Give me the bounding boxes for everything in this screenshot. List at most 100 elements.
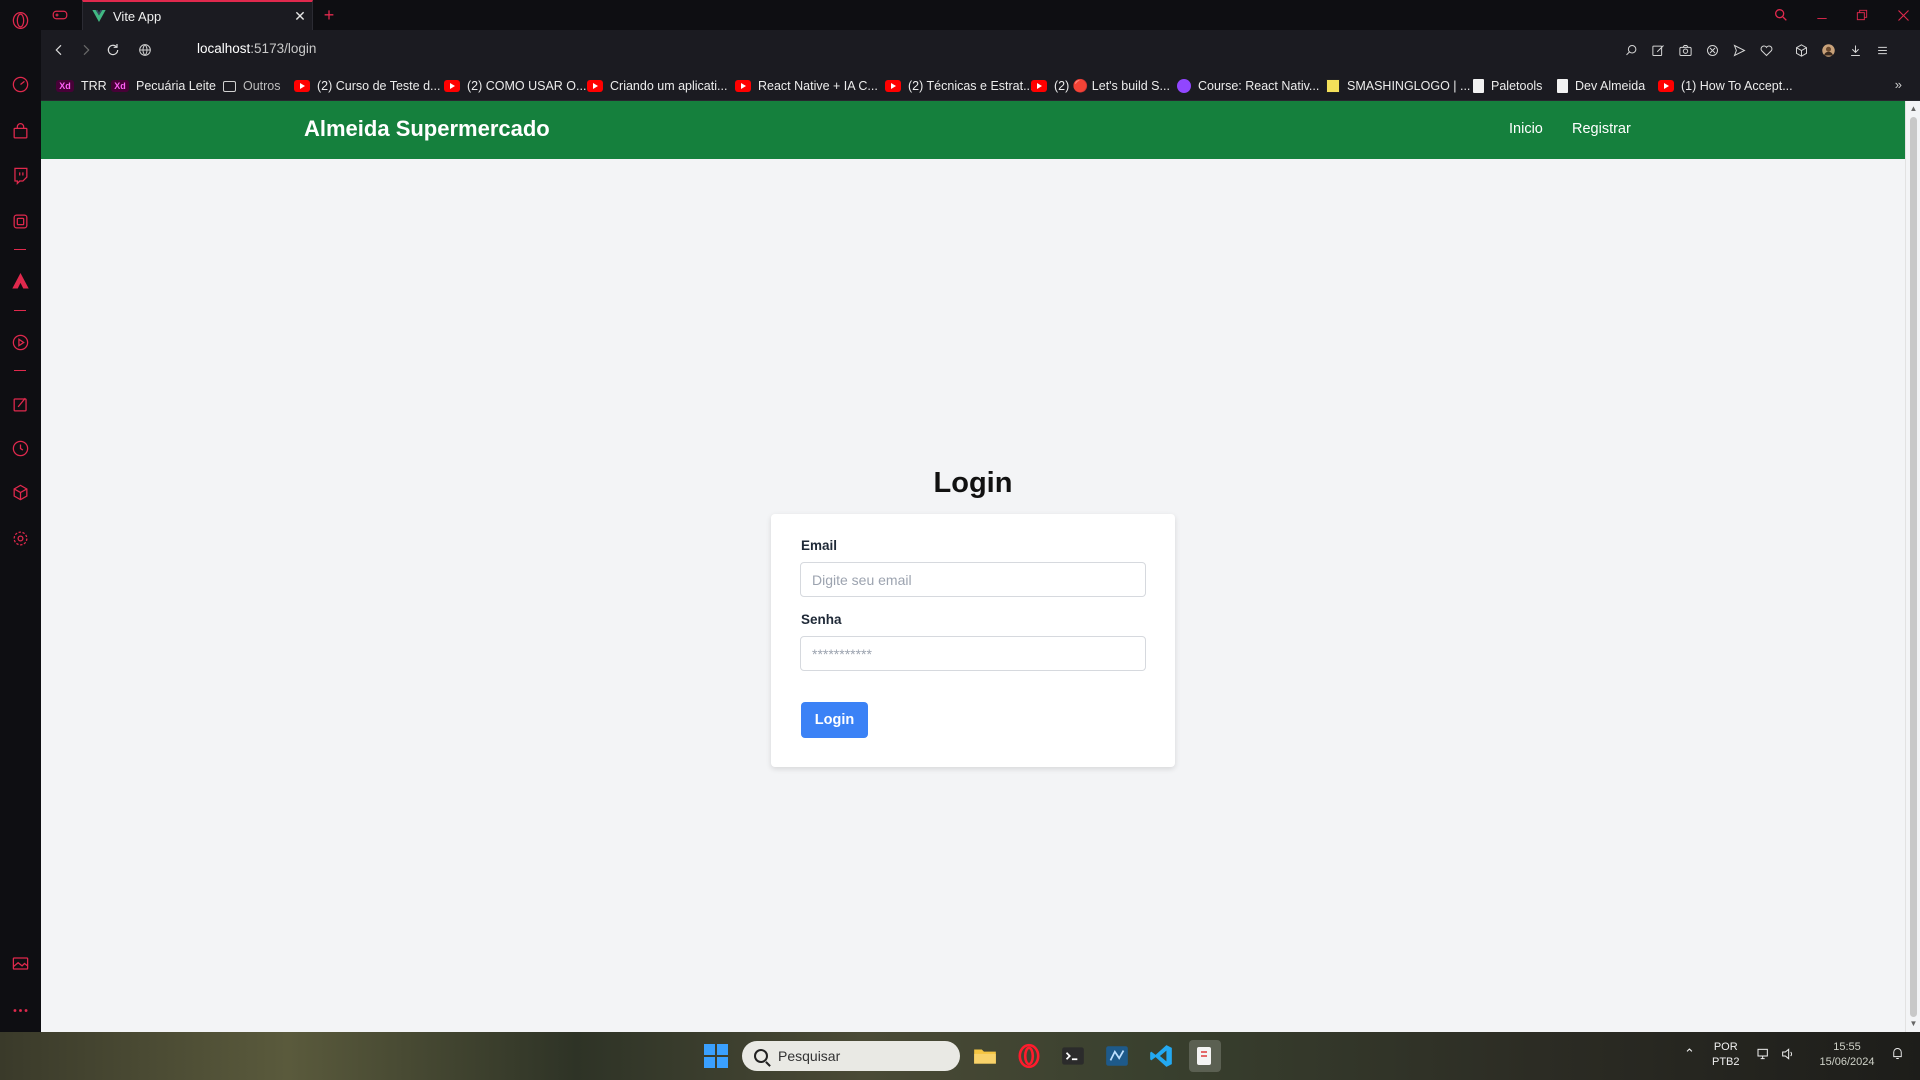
search-tabs-icon[interactable]: [1768, 3, 1794, 27]
app-box-icon[interactable]: [8, 209, 32, 233]
adblock-icon[interactable]: [1702, 40, 1722, 60]
language-indicator[interactable]: POR PTB2: [1712, 1040, 1740, 1070]
bookmark-item[interactable]: Xd Pecuária Leite: [111, 77, 216, 95]
start-windows-icon[interactable]: [700, 1040, 732, 1072]
screen: Vite App ✕ + localhost:5173/login Xd TRR…: [0, 0, 1920, 1080]
extensions-icon[interactable]: [1791, 40, 1811, 60]
notifications-icon[interactable]: [1890, 1046, 1905, 1066]
gallery-icon[interactable]: [8, 951, 32, 975]
file-explorer-icon[interactable]: [969, 1040, 1001, 1072]
bookmark-label: (2) COMO USAR O...: [467, 79, 587, 93]
mysql-workbench-icon[interactable]: [1101, 1040, 1133, 1072]
adobe-xd-icon: Xd: [111, 80, 129, 92]
youtube-icon: [587, 80, 603, 92]
volume-icon[interactable]: [1780, 1046, 1796, 1067]
opera-browser-icon[interactable]: [1013, 1040, 1045, 1072]
gamepad-icon[interactable]: [48, 3, 72, 27]
extensions-cube-icon[interactable]: [8, 480, 32, 504]
taskbar-search[interactable]: Pesquisar: [742, 1041, 960, 1071]
forward-icon[interactable]: [74, 38, 98, 62]
easy-setup-menu-icon[interactable]: [1872, 40, 1892, 60]
email-field[interactable]: [800, 562, 1146, 597]
bookmark-folder[interactable]: Outros: [223, 77, 281, 95]
youtube-icon: [735, 80, 751, 92]
speed-dial-icon[interactable]: [8, 72, 32, 96]
bookmark-label: (2) Técnicas e Estrat...: [908, 79, 1034, 93]
bookmark-item[interactable]: SMASHINGLOGO | ...: [1326, 77, 1470, 95]
twitch-icon: [1177, 79, 1191, 93]
pinboard-icon[interactable]: [8, 392, 32, 416]
bookmark-item[interactable]: (1) How To Accept...: [1658, 77, 1793, 95]
address-field[interactable]: localhost:5173/login: [197, 41, 316, 56]
tab-vite-app[interactable]: Vite App ✕: [82, 0, 313, 30]
bookmark-item[interactable]: Course: React Nativ...: [1177, 77, 1319, 95]
show-hidden-icons-icon[interactable]: ⌃: [1684, 1046, 1695, 1061]
close-window-icon[interactable]: [1890, 3, 1916, 27]
password-field[interactable]: [800, 636, 1146, 671]
sidebar-divider: [14, 249, 26, 250]
url-host: localhost: [197, 41, 251, 56]
clock-date: 15/06/2024: [1819, 1056, 1875, 1068]
back-icon[interactable]: [47, 38, 71, 62]
reload-icon[interactable]: [101, 38, 125, 62]
bookmark-item[interactable]: Paletools: [1473, 77, 1542, 95]
more-options-icon[interactable]: [8, 998, 32, 1022]
opera-logo-icon[interactable]: [8, 8, 32, 32]
history-icon[interactable]: [8, 436, 32, 460]
profile-avatar[interactable]: [1818, 40, 1838, 60]
player-icon[interactable]: [8, 330, 32, 354]
page-title: Login: [933, 467, 1013, 499]
bookmark-item[interactable]: (2) Técnicas e Estrat...: [885, 77, 1034, 95]
bookmark-item[interactable]: React Native + IA C...: [735, 77, 878, 95]
more-bookmarks-icon[interactable]: »: [1895, 77, 1902, 92]
bookmarks-bar: Xd TRR Xd Pecuária Leite Outros (2) Curso …: [41, 70, 1920, 101]
minimize-window-icon[interactable]: [1809, 3, 1835, 27]
bookmark-label: TRR: [81, 79, 107, 93]
tab-title: Vite App: [113, 8, 162, 24]
bookmark-item[interactable]: Criando um aplicati...: [587, 77, 727, 95]
file-icon: [1557, 79, 1568, 93]
vue-logo-icon: [92, 10, 106, 22]
login-card: Email Senha Login: [771, 514, 1175, 767]
youtube-icon: [1658, 80, 1674, 92]
brand-title[interactable]: Almeida Supermercado: [304, 116, 550, 142]
aria-icon[interactable]: [8, 269, 32, 293]
nav-link-registrar[interactable]: Registrar: [1572, 121, 1631, 137]
url-path: :5173/login: [250, 41, 317, 56]
login-button[interactable]: Login: [801, 702, 868, 738]
settings-gear-icon[interactable]: [8, 526, 32, 550]
edit-page-icon[interactable]: [1648, 40, 1668, 60]
site-info-globe-icon[interactable]: [133, 38, 157, 62]
downloads-icon[interactable]: [1845, 40, 1865, 60]
bookmark-item[interactable]: (2) Curso de Teste d...: [294, 77, 440, 95]
send-icon[interactable]: [1729, 40, 1749, 60]
smashinglogo-icon: [1326, 79, 1340, 93]
youtube-icon: [885, 80, 901, 92]
scrollbar-thumb[interactable]: [1910, 117, 1917, 1017]
vscode-icon[interactable]: [1145, 1040, 1177, 1072]
new-tab-button[interactable]: +: [316, 3, 342, 27]
snapshot-camera-icon[interactable]: [1675, 40, 1695, 60]
scroll-down-icon[interactable]: ▼: [1909, 1019, 1918, 1028]
clock[interactable]: 15:55 15/06/2024: [1812, 1040, 1882, 1070]
clock-time: 15:55: [1833, 1041, 1861, 1053]
twitch-icon[interactable]: [8, 163, 32, 187]
find-in-page-icon[interactable]: [1621, 40, 1641, 60]
shopping-bag-icon[interactable]: [8, 119, 32, 143]
nav-link-inicio[interactable]: Inicio: [1509, 121, 1543, 137]
bookmark-item[interactable]: Dev Almeida: [1557, 77, 1645, 95]
page-scrollbar[interactable]: ▲ ▼: [1905, 101, 1920, 1032]
keyboard-layout: PTB2: [1712, 1056, 1740, 1068]
network-icon[interactable]: [1756, 1046, 1772, 1067]
terminal-icon[interactable]: [1057, 1040, 1089, 1072]
snipping-tool-icon[interactable]: [1189, 1040, 1221, 1072]
taskbar-search-placeholder: Pesquisar: [778, 1048, 841, 1064]
bookmark-item[interactable]: (2) COMO USAR O...: [444, 77, 586, 95]
bookmark-item[interactable]: Xd TRR: [56, 77, 107, 95]
sidebar-divider: [14, 310, 26, 311]
bookmark-item[interactable]: (2) 🔴 Let's build S...: [1031, 77, 1170, 95]
scroll-up-icon[interactable]: ▲: [1909, 104, 1918, 113]
tab-close-icon[interactable]: ✕: [288, 8, 312, 25]
restore-window-icon[interactable]: [1849, 3, 1875, 27]
heart-icon[interactable]: [1756, 40, 1776, 60]
